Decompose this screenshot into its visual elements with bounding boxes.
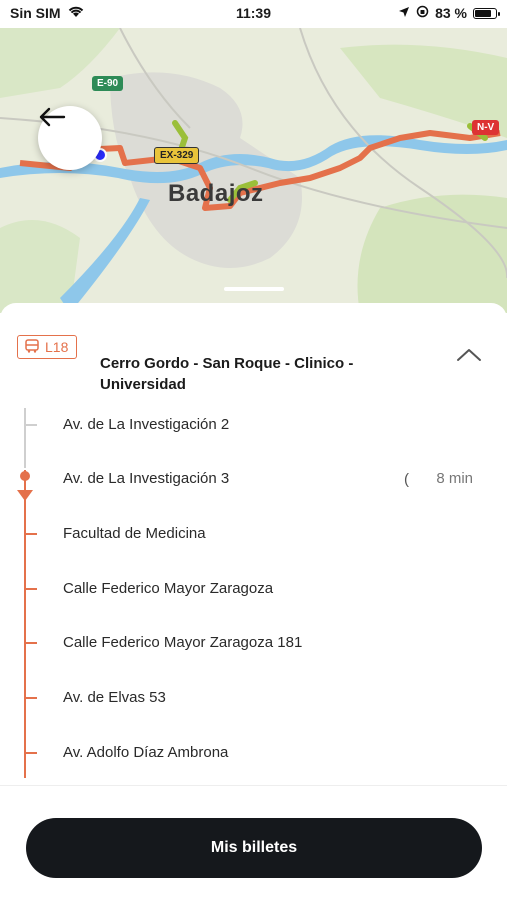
timeline-upcoming <box>24 470 26 778</box>
stop-item[interactable]: Facultad de Medicina <box>0 519 507 549</box>
line-code: L18 <box>45 339 69 355</box>
location-arrow-icon <box>398 5 410 21</box>
road-shield-e90: E-90 <box>92 76 124 91</box>
road-shield-ex329: EX-329 <box>154 147 200 164</box>
road-shield-nv: N-V <box>472 120 500 135</box>
stop-name: Calle Federico Mayor Zaragoza <box>63 580 274 597</box>
route-sheet: L18 Cerro Gordo - San Roque - Clinico - … <box>0 303 507 900</box>
route-name: Cerro Gordo - San Roque - Clinico - Univ… <box>100 355 354 393</box>
divider <box>0 785 507 786</box>
stop-item[interactable]: Calle Federico Mayor Zaragoza <box>0 574 507 604</box>
line-badge: L18 <box>17 335 78 359</box>
stop-name: Av. de La Investigación 3 <box>63 470 230 487</box>
stop-name: Av. Adolfo Díaz Ambrona <box>63 744 229 761</box>
route-header: L18 Cerro Gordo - San Roque - Clinico - … <box>0 303 507 403</box>
stop-name: Av. de La Investigación 2 <box>63 416 230 433</box>
stop-item[interactable]: Av. de La Investigación 3 ( 8 min <box>0 464 507 494</box>
stops-list[interactable]: Av. de La Investigación 2 Av. de La Inve… <box>0 408 507 778</box>
my-tickets-button[interactable]: Mis billetes <box>26 818 482 878</box>
stop-eta: 8 min <box>436 470 473 487</box>
stop-item[interactable]: Calle Federico Mayor Zaragoza 181 <box>0 628 507 658</box>
battery-icon <box>473 7 500 19</box>
stop-name: Facultad de Medicina <box>63 525 206 542</box>
battery-percent: 83 % <box>435 5 467 21</box>
realtime-icon: ( <box>404 471 409 488</box>
back-button[interactable] <box>38 106 102 170</box>
route-map[interactable]: Badajoz E-90 EX-329 N-V <box>0 28 507 313</box>
stop-item[interactable]: Av. Adolfo Díaz Ambrona <box>0 738 507 768</box>
chevron-up-icon <box>454 349 484 369</box>
stop-name: Calle Federico Mayor Zaragoza 181 <box>63 634 303 651</box>
city-label: Badajoz <box>168 180 264 207</box>
stop-item[interactable]: Av. de Elvas 53 <box>0 683 507 713</box>
orientation-lock-icon <box>416 5 429 21</box>
status-bar: Sin SIM 11:39 83 % <box>0 0 507 28</box>
map-canvas <box>0 28 507 313</box>
stop-item[interactable]: Av. de La Investigación 2 <box>0 410 507 440</box>
sheet-drag-handle[interactable] <box>224 287 284 291</box>
bus-icon <box>24 338 40 356</box>
collapse-button[interactable] <box>454 345 484 369</box>
stop-name: Av. de Elvas 53 <box>63 689 166 706</box>
